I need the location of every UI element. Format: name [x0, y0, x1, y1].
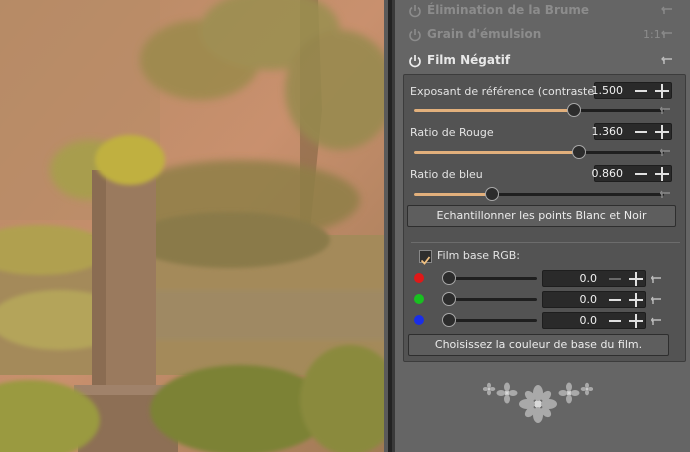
- spinner-value: 0.0: [579, 314, 598, 327]
- panel-divider[interactable]: [384, 0, 395, 452]
- slider-handle[interactable]: [442, 271, 456, 285]
- tool-header-film-negative[interactable]: Film Négatif: [407, 51, 677, 71]
- slider-label: Ratio de Rouge: [410, 126, 494, 139]
- zoom-1-1-badge: 1:1: [643, 28, 661, 41]
- minus-icon[interactable]: [609, 299, 621, 301]
- red-base-slider[interactable]: [442, 271, 537, 285]
- reset-icon[interactable]: [661, 54, 675, 68]
- spinner-value: 0.0: [579, 293, 598, 306]
- value-spinner[interactable]: 1.500: [591, 82, 672, 99]
- value-spinner[interactable]: 0.860: [591, 165, 672, 182]
- blue-channel-dot: [414, 315, 424, 325]
- checkmark-icon: [420, 256, 431, 265]
- spinner-value: 0.860: [591, 167, 624, 180]
- reset-icon[interactable]: [660, 105, 672, 115]
- green-base-slider[interactable]: [442, 292, 537, 306]
- plus-icon[interactable]: [655, 167, 669, 181]
- preview-photo: [0, 0, 384, 452]
- power-icon[interactable]: [407, 53, 423, 69]
- spinner-value: 0.0: [579, 272, 598, 285]
- flower-ornament-icon: [483, 382, 593, 423]
- sample-white-black-button[interactable]: Echantillonner les points Blanc et Noir: [407, 205, 676, 227]
- power-icon[interactable]: [407, 3, 423, 19]
- blue-base-slider[interactable]: [442, 313, 537, 327]
- tool-header-film-grain[interactable]: Grain d'émulsion 1:1: [407, 25, 677, 45]
- reset-icon[interactable]: [660, 189, 672, 199]
- reset-icon[interactable]: [651, 295, 663, 305]
- minus-icon[interactable]: [609, 278, 621, 280]
- contrast-slider[interactable]: [414, 103, 664, 117]
- slider-label: Ratio de bleu: [410, 168, 483, 181]
- plus-icon[interactable]: [655, 125, 669, 139]
- tool-header-haze-removal[interactable]: Élimination de la Brume: [407, 1, 677, 21]
- plus-icon[interactable]: [655, 84, 669, 98]
- blue-ratio-slider[interactable]: [414, 187, 664, 201]
- minus-icon[interactable]: [635, 90, 647, 92]
- plus-icon[interactable]: [629, 314, 643, 328]
- red-channel-dot: [414, 273, 424, 283]
- pick-film-base-color-button[interactable]: Choisissez la couleur de base du film.: [408, 334, 669, 356]
- value-spinner[interactable]: 0.0: [542, 291, 646, 308]
- red-ratio-slider[interactable]: [414, 145, 664, 159]
- image-preview[interactable]: [0, 0, 384, 452]
- tool-panel: Élimination de la Brume Grain d'émulsion…: [395, 0, 690, 452]
- slider-handle[interactable]: [442, 292, 456, 306]
- film-base-checkbox[interactable]: [419, 250, 432, 265]
- tool-title: Élimination de la Brume: [427, 3, 590, 17]
- reset-icon[interactable]: [661, 4, 675, 18]
- minus-icon[interactable]: [609, 320, 621, 322]
- value-spinner[interactable]: 1.360: [591, 123, 672, 140]
- slider-handle[interactable]: [442, 313, 456, 327]
- tool-title: Grain d'émulsion: [427, 27, 542, 41]
- slider-fill: [414, 109, 574, 112]
- slider-handle[interactable]: [484, 187, 499, 201]
- spinner-value: 1.360: [591, 125, 624, 138]
- slider-handle[interactable]: [567, 103, 581, 117]
- plus-icon[interactable]: [629, 272, 643, 286]
- slider-label: Exposant de référence (contraste): [410, 85, 599, 98]
- slider-fill: [414, 151, 579, 154]
- green-channel-dot: [414, 294, 424, 304]
- divider-edge: [384, 0, 388, 452]
- value-spinner[interactable]: 0.0: [542, 270, 646, 287]
- reset-icon[interactable]: [651, 316, 663, 326]
- minus-icon[interactable]: [635, 173, 647, 175]
- reset-icon[interactable]: [660, 147, 672, 157]
- reset-icon[interactable]: [651, 274, 663, 284]
- film-base-rgb-frame: Film base RGB: 0.0 0.0 0.0 Choisissez la…: [408, 242, 680, 357]
- slider-handle[interactable]: [572, 145, 586, 159]
- spinner-value: 1.500: [591, 84, 624, 97]
- power-icon[interactable]: [407, 27, 423, 43]
- film-negative-settings: Exposant de référence (contraste) 1.500 …: [403, 74, 686, 362]
- value-spinner[interactable]: 0.0: [542, 312, 646, 329]
- minus-icon[interactable]: [635, 131, 647, 133]
- plus-icon[interactable]: [629, 293, 643, 307]
- film-base-label: Film base RGB:: [437, 249, 520, 262]
- tool-title: Film Négatif: [427, 53, 511, 67]
- slider-fill: [414, 193, 492, 196]
- reset-icon[interactable]: [661, 28, 675, 42]
